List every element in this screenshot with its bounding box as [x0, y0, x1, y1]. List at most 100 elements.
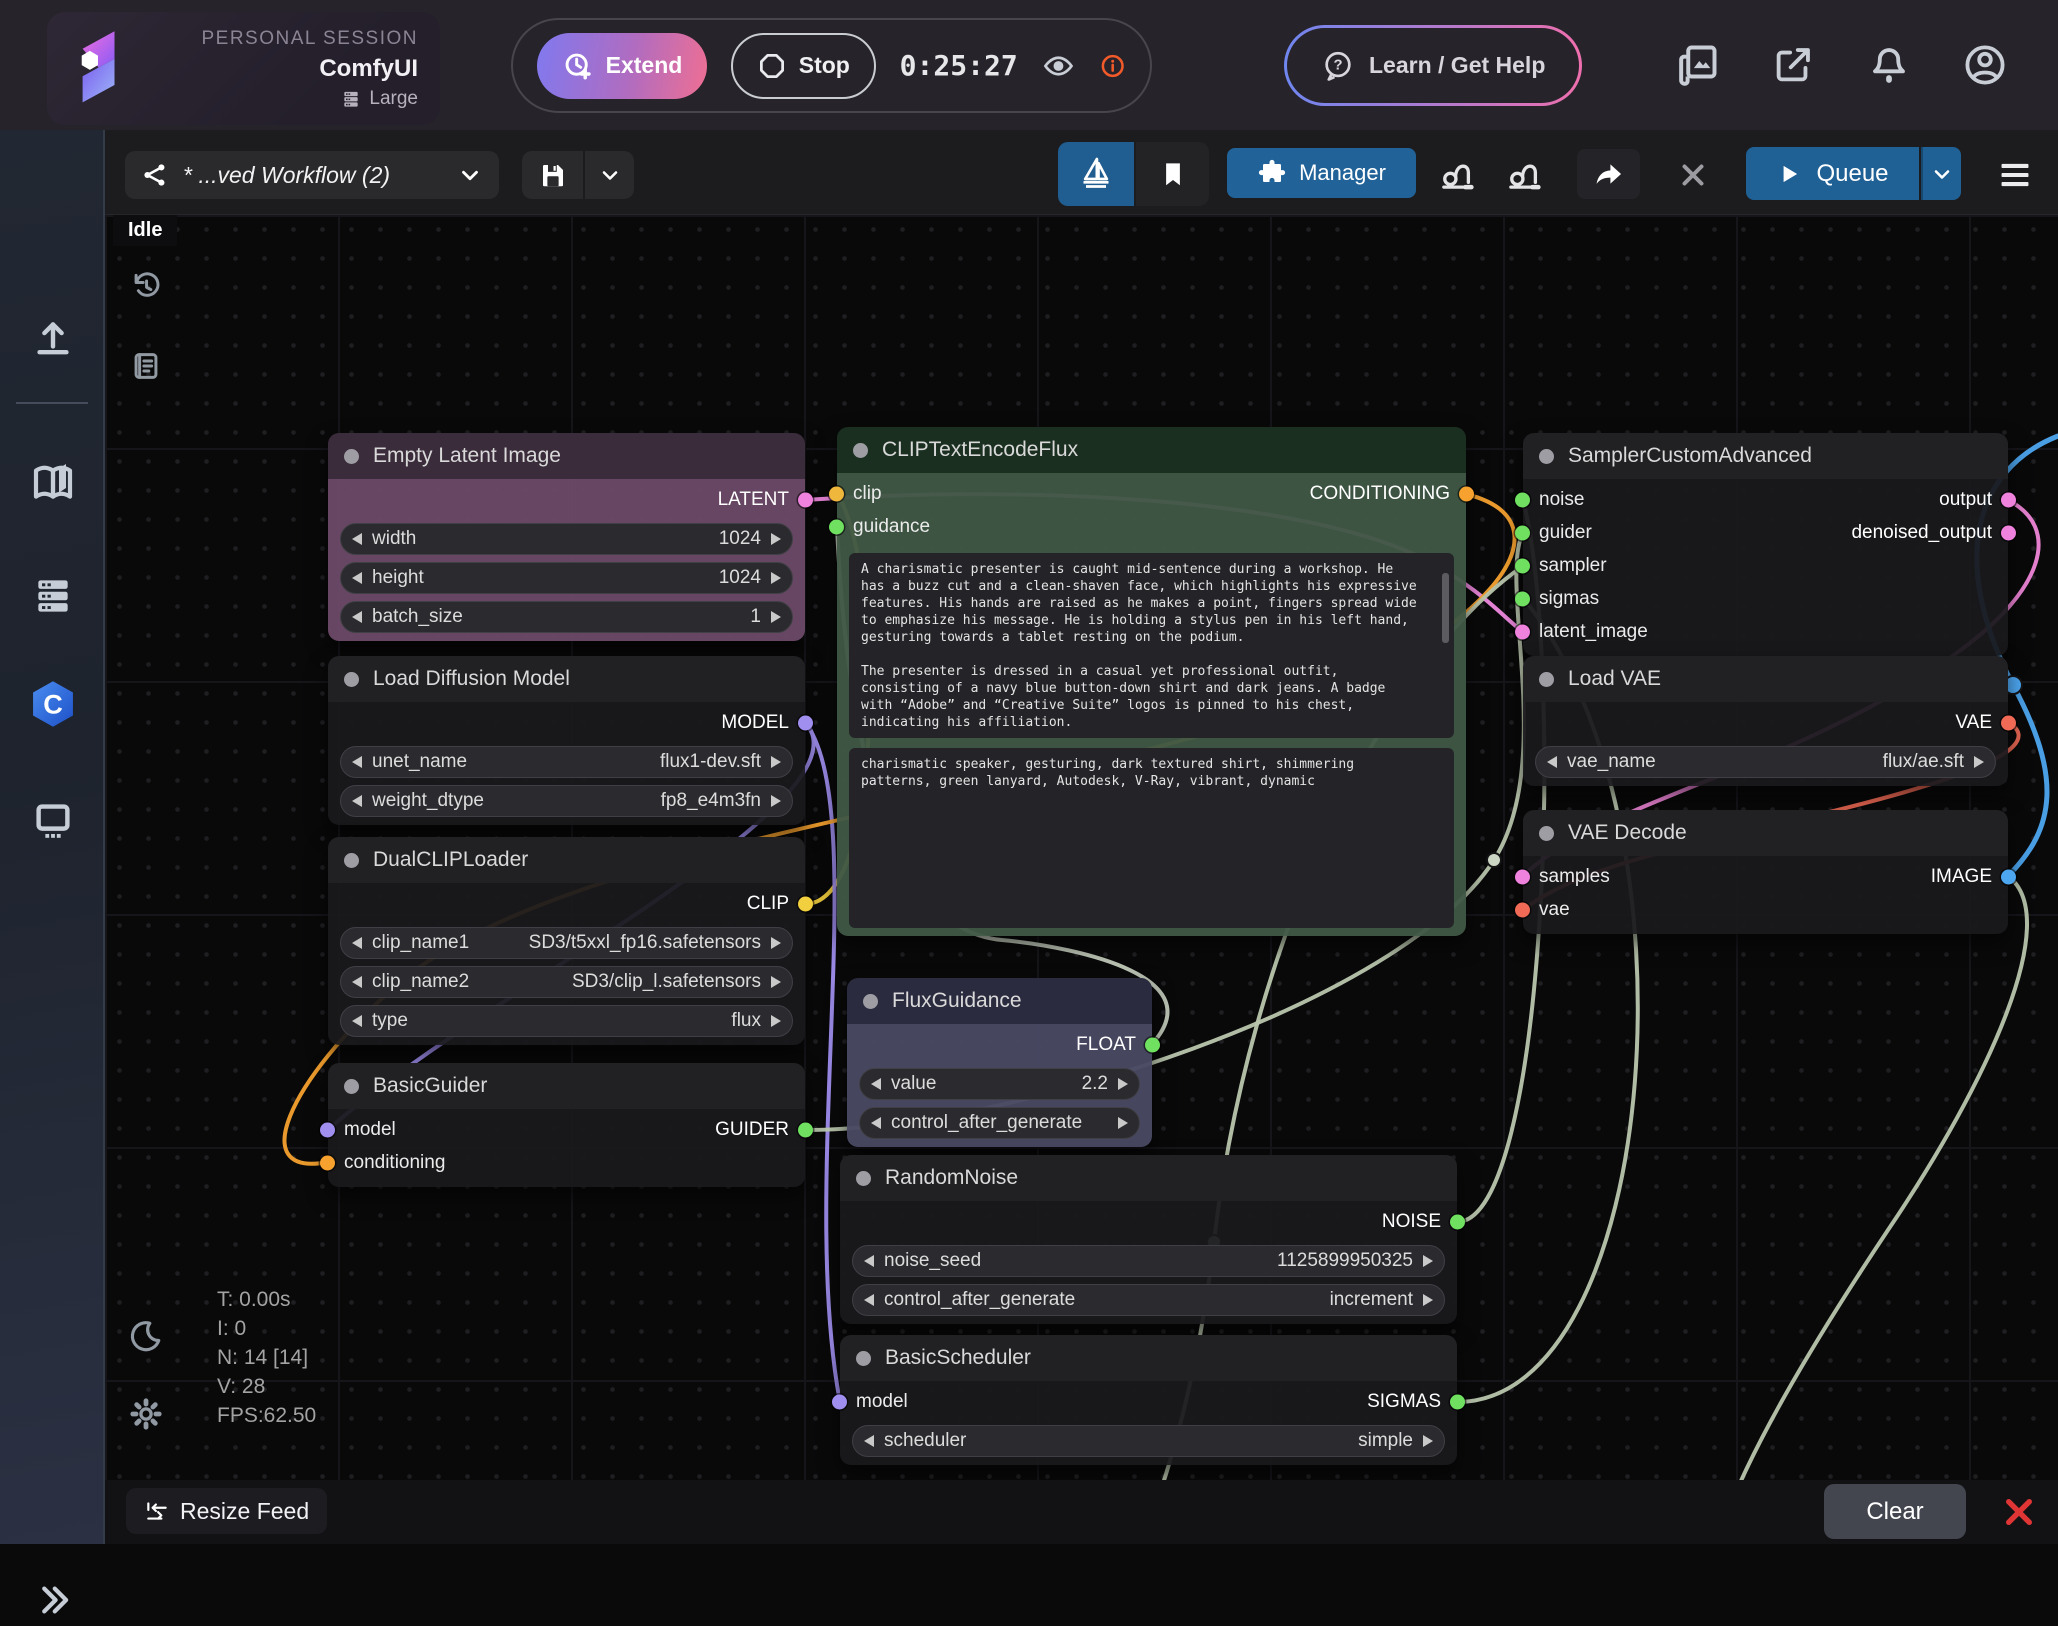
widget-control_after_generate[interactable]: control_after_generateincrement	[852, 1284, 1445, 1316]
output-port-GUIDER[interactable]	[798, 1122, 813, 1137]
unload-models-vacuum-icon[interactable]	[1430, 144, 1483, 203]
models-server-icon[interactable]	[27, 570, 79, 622]
increment-arrow-icon[interactable]	[771, 572, 781, 584]
close-feed-icon[interactable]	[1997, 1492, 2041, 1532]
history-icon[interactable]	[126, 266, 166, 306]
clear-feed-button[interactable]: Clear	[1824, 1484, 1966, 1539]
node-collapse-dot[interactable]	[856, 1171, 871, 1186]
input-port-clip[interactable]	[829, 486, 844, 501]
increment-arrow-icon[interactable]	[1423, 1435, 1433, 1447]
node-flux-guidance[interactable]: FluxGuidanceFLOATvalue2.2control_after_g…	[847, 978, 1152, 1147]
queue-button[interactable]: Queue	[1746, 147, 1919, 200]
output-port-SIGMAS[interactable]	[1450, 1394, 1465, 1409]
output-port-IMAGE[interactable]	[2001, 869, 2016, 884]
output-port-NOISE[interactable]	[1450, 1214, 1465, 1229]
manager-button[interactable]: Manager	[1227, 148, 1416, 198]
output-port-MODEL[interactable]	[798, 715, 813, 730]
prompt-textarea[interactable]: A charismatic presenter is caught mid-se…	[849, 553, 1454, 738]
session-card[interactable]: PERSONAL SESSION ComfyUI Large	[47, 12, 440, 125]
info-icon[interactable]	[1099, 51, 1126, 81]
textarea-scrollbar[interactable]	[1442, 573, 1449, 643]
upload-icon[interactable]	[27, 308, 79, 360]
node-collapse-dot[interactable]	[344, 449, 359, 464]
increment-arrow-icon[interactable]	[771, 1015, 781, 1027]
input-port-model[interactable]	[320, 1122, 335, 1137]
output-port-LATENT[interactable]	[798, 492, 813, 507]
settings-gear-icon[interactable]	[126, 1394, 166, 1434]
decrement-arrow-icon[interactable]	[352, 937, 362, 949]
widget-scheduler[interactable]: schedulersimple	[852, 1425, 1445, 1457]
help-button[interactable]: ? Learn / Get Help	[1284, 25, 1582, 106]
increment-arrow-icon[interactable]	[771, 976, 781, 988]
widget-clip_name2[interactable]: clip_name2SD3/clip_l.safetensors	[340, 966, 793, 998]
increment-arrow-icon[interactable]	[1423, 1255, 1433, 1267]
save-options-chevron[interactable]	[585, 151, 634, 199]
input-port-sampler[interactable]	[1515, 558, 1530, 573]
widget-unet_name[interactable]: unet_nameflux1-dev.sft	[340, 746, 793, 778]
increment-arrow-icon[interactable]	[771, 937, 781, 949]
decrement-arrow-icon[interactable]	[352, 572, 362, 584]
widget-type[interactable]: typeflux	[340, 1005, 793, 1037]
decrement-arrow-icon[interactable]	[864, 1255, 874, 1267]
increment-arrow-icon[interactable]	[1118, 1117, 1128, 1129]
input-port-sigmas[interactable]	[1515, 591, 1530, 606]
decrement-arrow-icon[interactable]	[871, 1117, 881, 1129]
node-collapse-dot[interactable]	[344, 1079, 359, 1094]
stop-session-button[interactable]: Stop	[731, 33, 876, 99]
input-port-noise[interactable]	[1515, 492, 1530, 507]
account-icon[interactable]	[1958, 38, 2012, 92]
decrement-arrow-icon[interactable]	[352, 1015, 362, 1027]
expand-sidebar-icon[interactable]	[27, 1574, 79, 1626]
increment-arrow-icon[interactable]	[1423, 1294, 1433, 1306]
node-empty-latent-image[interactable]: Empty Latent ImageLATENTwidth1024height1…	[328, 433, 805, 641]
decrement-arrow-icon[interactable]	[352, 795, 362, 807]
input-port-guidance[interactable]	[829, 519, 844, 534]
decrement-arrow-icon[interactable]	[864, 1435, 874, 1447]
node-basic-scheduler[interactable]: BasicSchedulermodelSIGMASschedulersimple	[840, 1335, 1457, 1465]
input-port-guider[interactable]	[1515, 525, 1530, 540]
prompt-textarea[interactable]: charismatic speaker, gesturing, dark tex…	[849, 748, 1454, 928]
decrement-arrow-icon[interactable]	[352, 756, 362, 768]
node-collapse-dot[interactable]	[344, 672, 359, 687]
decrement-arrow-icon[interactable]	[1547, 756, 1557, 768]
clear-workflow-icon[interactable]	[1672, 154, 1714, 196]
decrement-arrow-icon[interactable]	[352, 611, 362, 623]
widget-control_after_generate[interactable]: control_after_generate	[859, 1107, 1140, 1139]
comfyui-logo-icon[interactable]: C	[27, 678, 79, 730]
decrement-arrow-icon[interactable]	[352, 976, 362, 988]
node-basic-guider[interactable]: BasicGuidermodelGUIDERconditioning	[328, 1063, 805, 1187]
widget-height[interactable]: height1024	[340, 562, 793, 594]
decrement-arrow-icon[interactable]	[352, 533, 362, 545]
increment-arrow-icon[interactable]	[771, 756, 781, 768]
widget-weight_dtype[interactable]: weight_dtypefp8_e4m3fn	[340, 785, 793, 817]
input-port-latent_image[interactable]	[1515, 624, 1530, 639]
terminal-window-icon[interactable]	[27, 794, 79, 846]
save-workflow-button[interactable]	[522, 151, 583, 199]
node-collapse-dot[interactable]	[1539, 826, 1554, 841]
node-load-vae[interactable]: Load VAEVAEvae_nameflux/ae.sft	[1523, 656, 2008, 786]
node-collapse-dot[interactable]	[856, 1351, 871, 1366]
free-memory-vacuum-icon[interactable]	[1497, 144, 1550, 203]
resize-feed-button[interactable]: Resize Feed	[126, 1488, 327, 1534]
widget-width[interactable]: width1024	[340, 523, 793, 555]
bookmark-icon[interactable]	[1136, 142, 1209, 206]
output-port-FLOAT[interactable]	[1145, 1037, 1160, 1052]
node-sampler-custom-advanced[interactable]: SamplerCustomAdvancednoiseoutputguiderde…	[1523, 433, 2008, 656]
node-load-diffusion-model[interactable]: Load Diffusion ModelMODELunet_nameflux1-…	[328, 656, 805, 825]
output-port-output[interactable]	[2001, 492, 2016, 507]
node-random-noise[interactable]: RandomNoiseNOISEnoise_seed1125899950325c…	[840, 1155, 1457, 1324]
notifications-bell-icon[interactable]	[1862, 38, 1916, 92]
extend-session-button[interactable]: Extend	[537, 33, 707, 99]
widget-value[interactable]: value2.2	[859, 1068, 1140, 1100]
eye-icon[interactable]	[1042, 48, 1075, 84]
widget-noise_seed[interactable]: noise_seed1125899950325	[852, 1245, 1445, 1277]
input-port-model[interactable]	[832, 1394, 847, 1409]
notes-icon[interactable]	[126, 346, 166, 386]
workflow-gallery-button[interactable]	[1058, 142, 1134, 206]
widget-clip_name1[interactable]: clip_name1SD3/t5xxl_fp16.safetensors	[340, 927, 793, 959]
node-clip-text-encode-flux[interactable]: CLIPTextEncodeFluxclipCONDITIONINGguidan…	[837, 427, 1466, 936]
increment-arrow-icon[interactable]	[771, 795, 781, 807]
decrement-arrow-icon[interactable]	[871, 1078, 881, 1090]
decrement-arrow-icon[interactable]	[864, 1294, 874, 1306]
menu-hamburger-icon[interactable]	[1993, 154, 2037, 196]
